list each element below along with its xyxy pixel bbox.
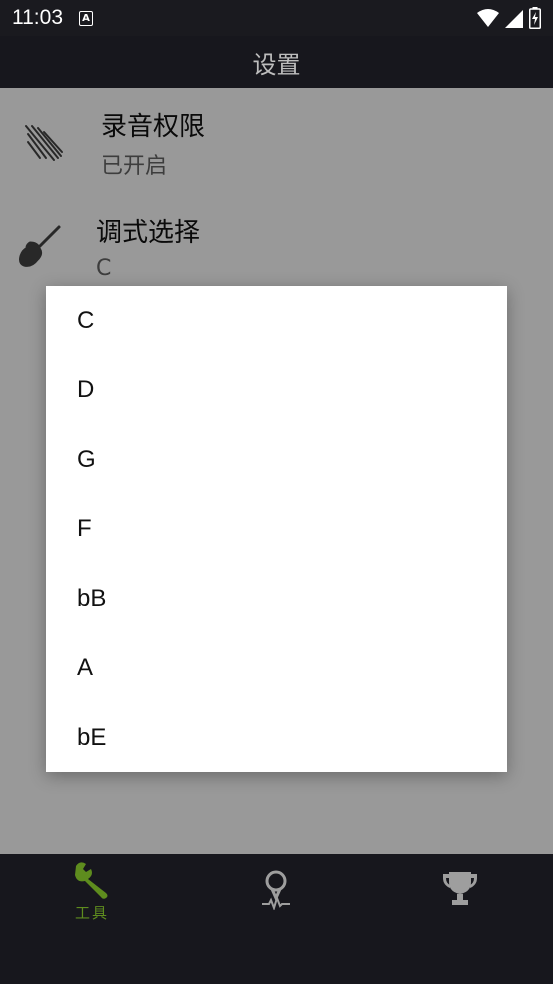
status-icons [477,7,541,29]
status-time: 11:03 [12,6,63,29]
wrench-icon [75,862,108,899]
nav-tab-trophy[interactable] [368,854,552,934]
mode-option-a[interactable]: A [46,634,507,704]
nav-tab-tools[interactable]: 工具 [0,854,184,934]
nav-tab-tuner[interactable] [184,854,368,934]
mode-select-dialog: C D G F bB A bE [46,286,507,772]
status-bar: 11:03 A [0,0,553,36]
mode-option-f[interactable]: F [46,495,507,565]
mode-option-bb[interactable]: bB [46,564,507,634]
trophy-icon [443,872,477,905]
mode-option-d[interactable]: D [46,356,507,426]
cell-signal-icon [505,10,523,28]
wifi-icon [477,9,499,27]
mode-option-be[interactable]: bE [46,703,507,773]
mode-option-c[interactable]: C [46,286,507,356]
app-bar: 设置 [0,36,553,88]
mode-option-g[interactable]: G [46,425,507,495]
accessibility-a-icon: A [79,10,93,26]
nav-label-tools: 工具 [74,904,109,922]
page-title: 设置 [252,50,301,79]
bottom-nav: 工具 [0,854,553,984]
battery-icon [529,7,541,29]
tuner-pin-icon [262,870,290,910]
